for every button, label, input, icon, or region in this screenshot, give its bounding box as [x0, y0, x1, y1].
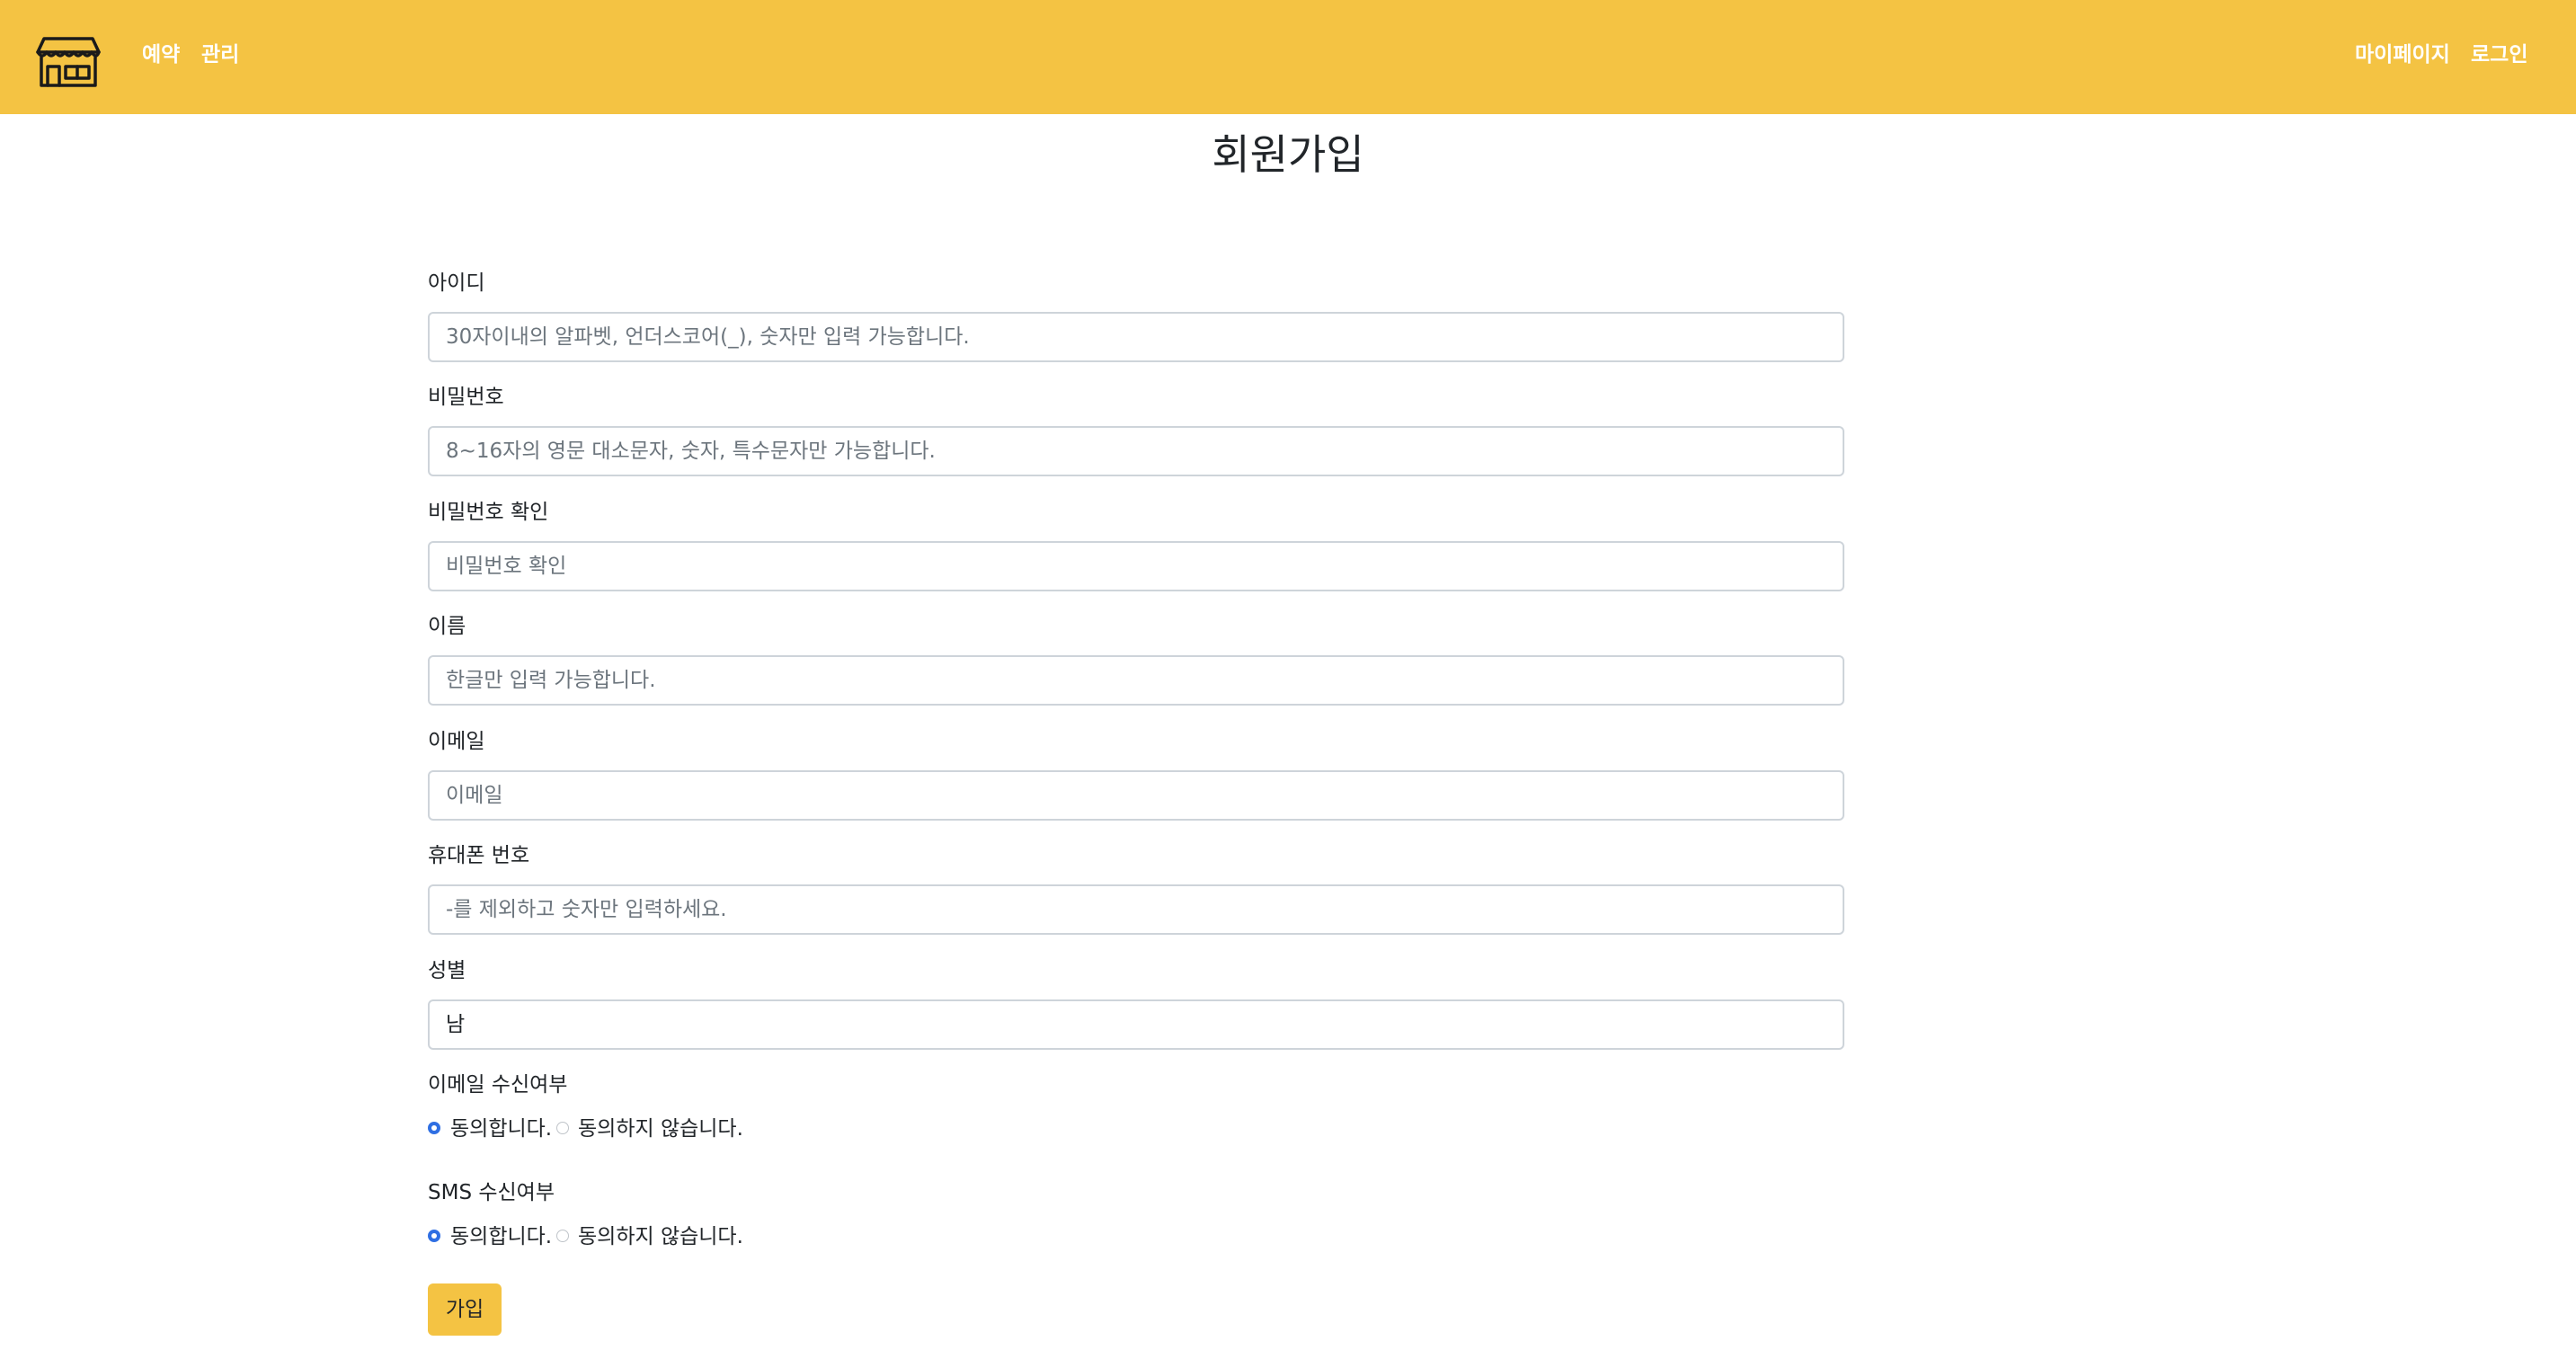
gender-select-value: 남 — [446, 1013, 466, 1036]
email-consent-label: 이메일 수신여부 — [428, 1073, 568, 1097]
email-label: 이메일 — [428, 730, 485, 753]
email-consent-agree-radio[interactable] — [428, 1122, 440, 1134]
nav-link-mypage[interactable]: 마이페이지 — [2355, 40, 2450, 70]
sms-consent-label: SMS 수신여부 — [428, 1181, 555, 1204]
phone-label: 휴대폰 번호 — [428, 844, 530, 867]
password-confirm-input[interactable] — [428, 541, 1844, 591]
name-input[interactable] — [428, 655, 1844, 706]
gender-label: 성별 — [428, 959, 466, 982]
nav-link-reservation[interactable]: 예약 — [142, 40, 180, 70]
email-consent-disagree-label[interactable]: 동의하지 않습니다. — [578, 1114, 743, 1144]
email-input[interactable] — [428, 770, 1844, 821]
signup-submit-button[interactable]: 가입 — [428, 1283, 502, 1336]
name-label: 이름 — [428, 615, 466, 638]
page-title: 회원가입 — [1212, 130, 1364, 179]
username-label: 아이디 — [428, 271, 485, 295]
sms-consent-group: 동의합니다. 동의하지 않습니다. — [428, 1221, 751, 1252]
email-consent-group: 동의합니다. 동의하지 않습니다. — [428, 1114, 751, 1144]
nav-link-login[interactable]: 로그인 — [2471, 40, 2527, 70]
password-input[interactable] — [428, 426, 1844, 476]
top-navbar: 예약 관리 마이페이지 로그인 — [0, 0, 2576, 114]
phone-input[interactable] — [428, 884, 1844, 935]
email-consent-agree-label[interactable]: 동의합니다. — [450, 1114, 552, 1144]
sms-consent-agree-label[interactable]: 동의합니다. — [450, 1221, 552, 1252]
password-label: 비밀번호 — [428, 386, 504, 409]
sms-consent-disagree-radio[interactable] — [556, 1230, 569, 1242]
storefront-icon[interactable] — [35, 36, 102, 88]
nav-link-manage[interactable]: 관리 — [201, 40, 239, 70]
password-confirm-label: 비밀번호 확인 — [428, 501, 549, 524]
gender-select[interactable]: 남 — [428, 999, 1844, 1050]
sms-consent-agree-radio[interactable] — [428, 1230, 440, 1242]
username-input[interactable] — [428, 312, 1844, 362]
sms-consent-disagree-label[interactable]: 동의하지 않습니다. — [578, 1221, 743, 1252]
email-consent-disagree-radio[interactable] — [556, 1122, 569, 1134]
